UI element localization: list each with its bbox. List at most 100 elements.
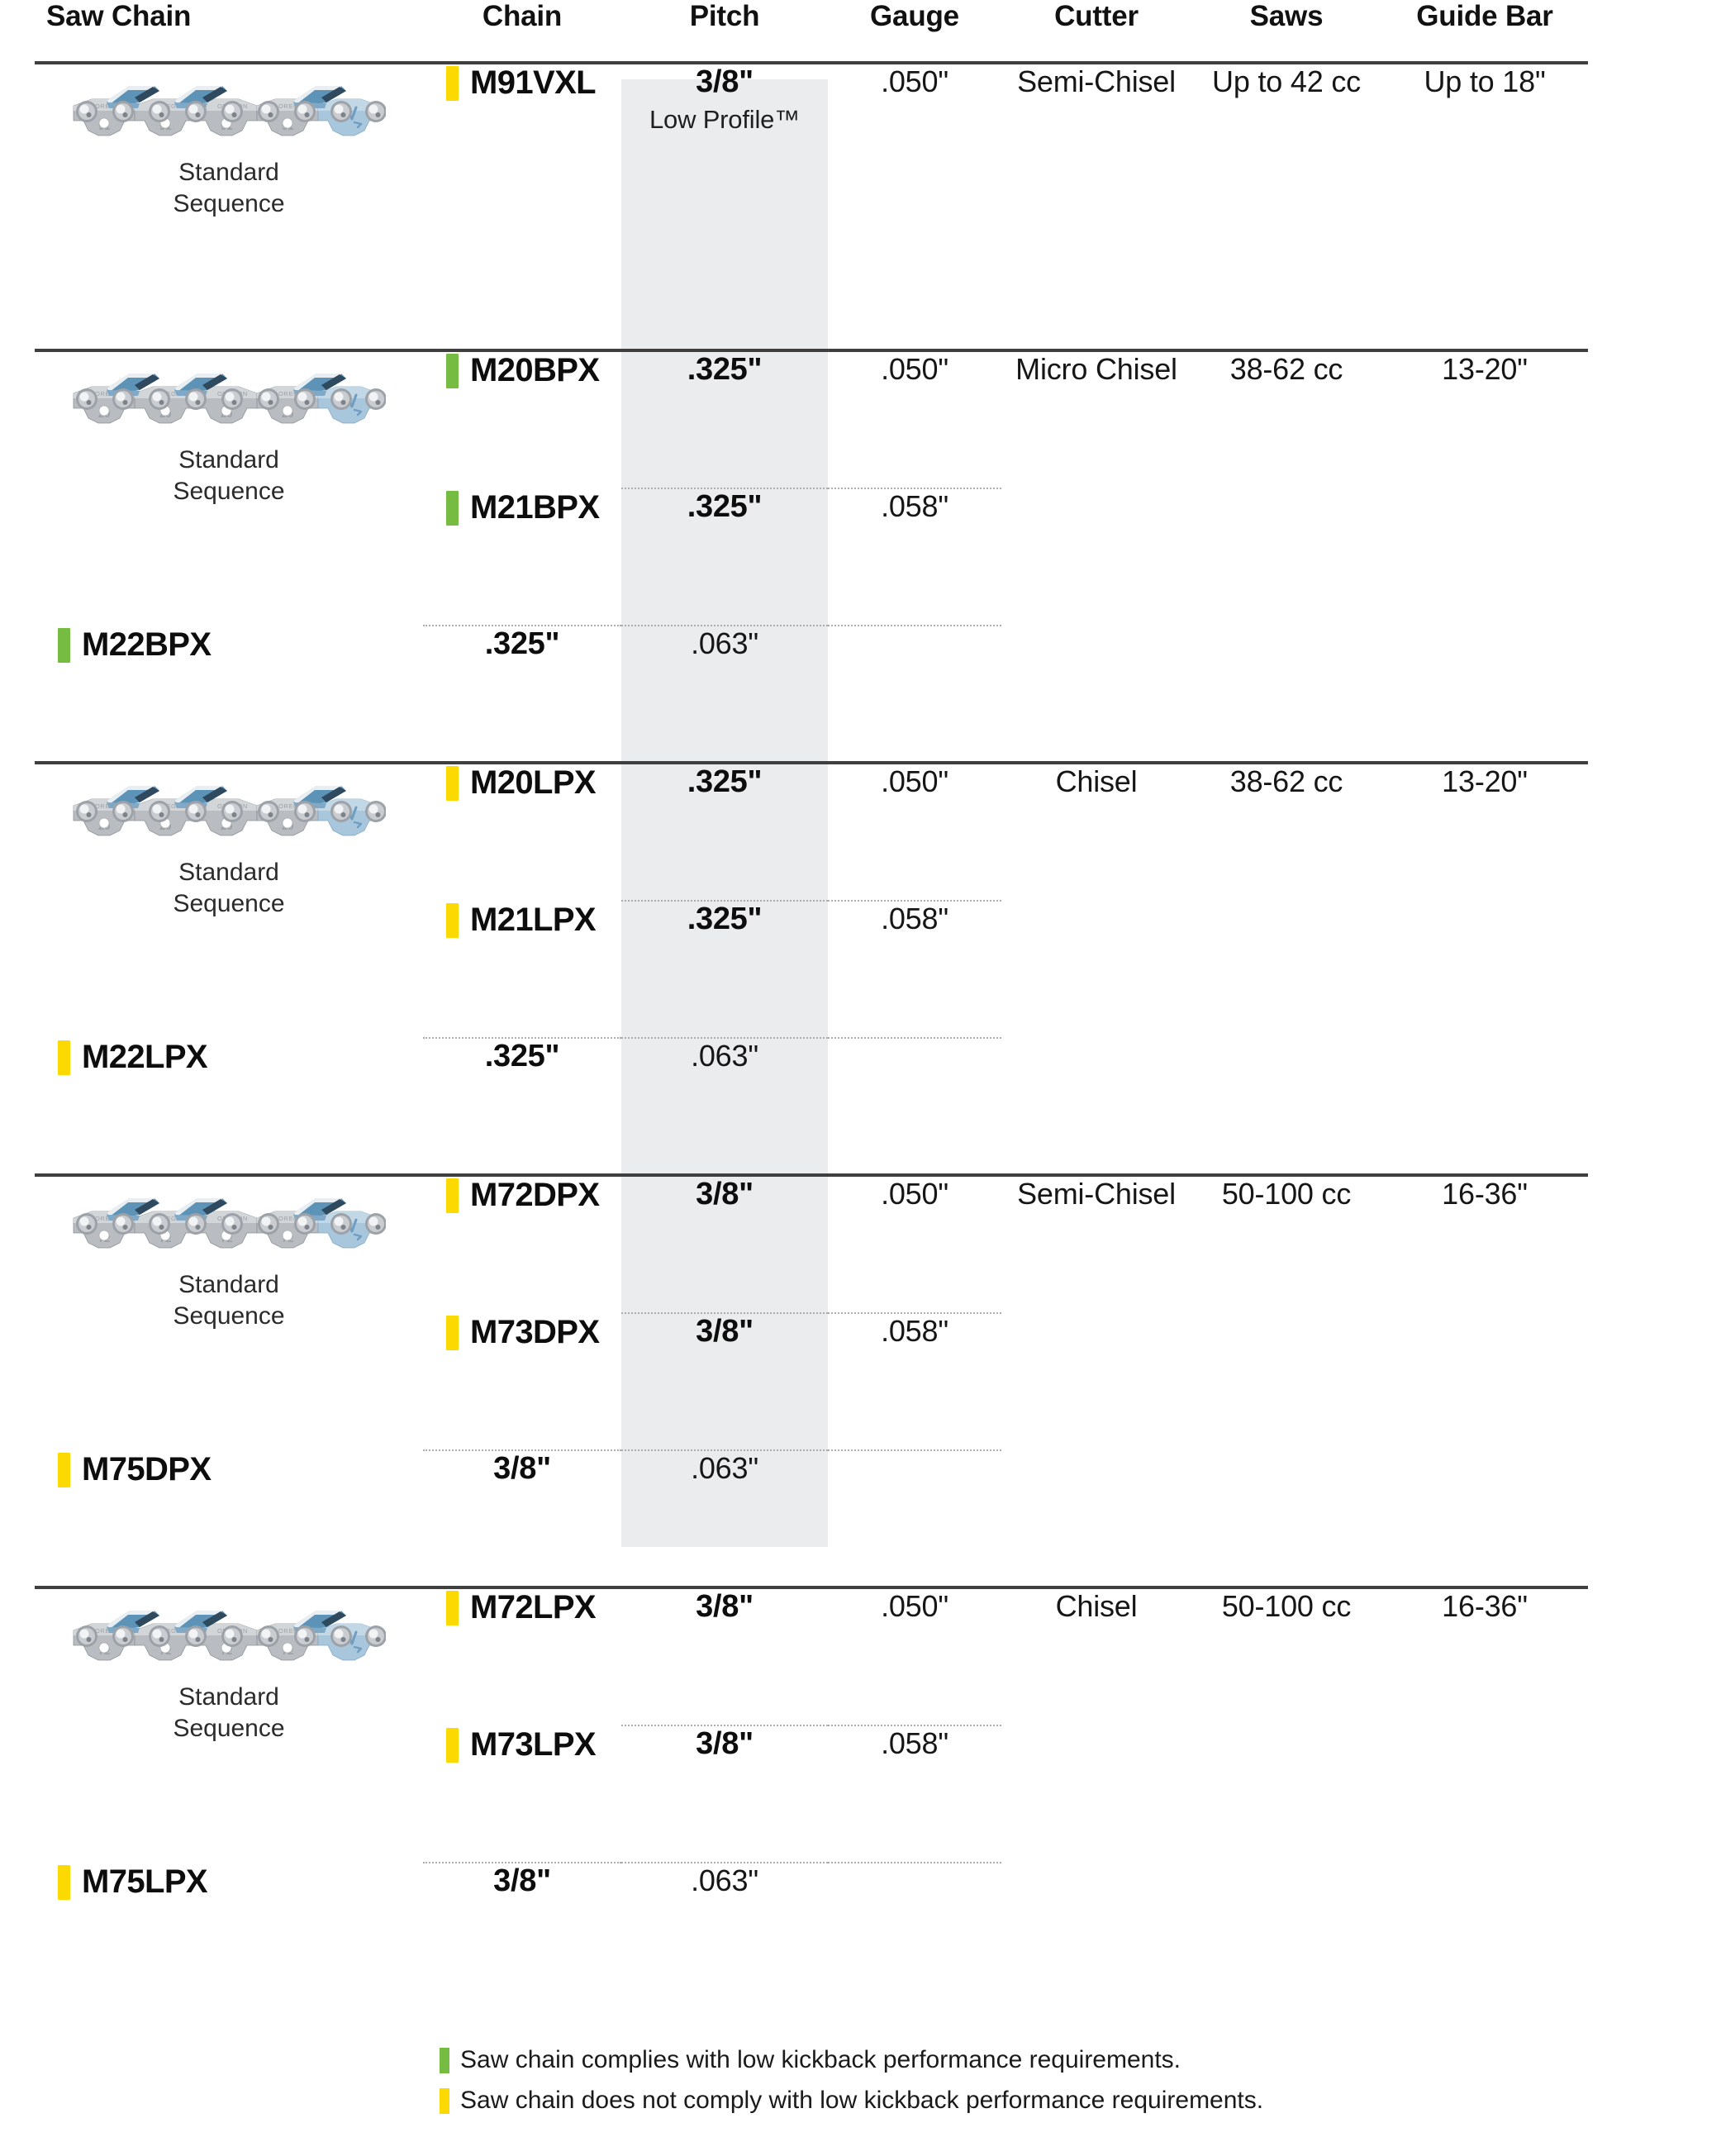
chain-name: M20LPX: [423, 764, 621, 802]
gauge-value: .050": [881, 1589, 948, 1624]
guide-bar-cell: 13-20": [1381, 352, 1588, 626]
table-row: 91 OREGON 91 OREGON 91 OREGON 91 OREGON: [35, 64, 1695, 220]
sequence-label-line2: Sequence: [173, 1715, 285, 1743]
pitch-cell: 3/8" Low Profile™: [621, 64, 828, 220]
legend-swatch-icon: [440, 2087, 449, 2114]
pitch-value: .325": [687, 489, 763, 525]
saws-value: 50-100 cc: [1221, 1177, 1352, 1211]
table-row: 72 OREGON 72 OREGON 72 OREGON 72 OREGON: [35, 1589, 1695, 1742]
pitch-cell: 3/8": [621, 1726, 828, 1763]
legend-item: Saw chain does not comply with low kickb…: [440, 2083, 1721, 2119]
spec-table-page: Saw Chain Chain Pitch Gauge Cutter Saws …: [0, 0, 1721, 2156]
chain-model-label: M20BPX: [470, 352, 600, 389]
chain-name: M91VXL: [423, 64, 621, 102]
chain-name: M20BPX: [423, 352, 621, 389]
chain-cell: M73LPX: [423, 1726, 621, 1763]
gauge-value: .058": [881, 1314, 948, 1349]
saws-value: 38-62 cc: [1229, 352, 1343, 387]
gauge-cell: .058": [828, 902, 1001, 939]
pitch-cell: .325": [621, 489, 828, 526]
chain-cell: M72DPX: [423, 1177, 621, 1214]
chain-model-label: M22BPX: [82, 626, 212, 664]
cutter-cell: Semi-Chisel: [1001, 64, 1191, 220]
guide-bar-cell: Up to 18": [1381, 64, 1588, 220]
chain-cell: M72LPX: [423, 1589, 621, 1626]
legend-text: Saw chain complies with low kickback per…: [460, 2046, 1181, 2074]
cutter-value: Semi-Chisel: [1017, 1177, 1176, 1211]
kickback-swatch-icon: [446, 490, 459, 526]
gauge-value: .050": [881, 64, 948, 98]
guide-bar-value: Up to 18": [1424, 64, 1546, 98]
row-spacer: [35, 1076, 1695, 1175]
gauge-value: .050": [881, 1177, 948, 1211]
kickback-swatch-icon: [446, 65, 459, 101]
gauge-cell: .058": [828, 1314, 1001, 1351]
cutter-value: Chisel: [1055, 764, 1138, 799]
guide-bar-cell: 16-36": [1381, 1589, 1588, 1863]
gauge-value: .058": [881, 1726, 948, 1761]
kickback-swatch-icon: [58, 1452, 70, 1487]
table-row: 20 OREGON 20 OREGON 20 OREGON 20 OREGON: [35, 352, 1695, 505]
guide-bar-value: 13-20": [1442, 352, 1528, 387]
saws-cell: 50-100 cc: [1191, 1589, 1381, 1863]
gauge-cell: .063": [621, 1863, 828, 1901]
sequence-label-line1: Standard: [178, 859, 279, 887]
table-row: M22BPX .325" .063": [35, 626, 1695, 664]
gauge-cell: .050": [828, 1589, 1001, 1626]
chain-name: M73LPX: [423, 1726, 621, 1763]
kickback-swatch-icon: [446, 1590, 459, 1625]
chain-model-label: M72LPX: [470, 1589, 597, 1626]
pitch-value: .325": [687, 902, 763, 937]
pitch-cell: 3/8": [621, 1314, 828, 1351]
pitch-cell: .325": [423, 1039, 621, 1076]
sequence-label: Standard Sequence: [35, 1269, 423, 1332]
kickback-swatch-icon: [446, 765, 459, 801]
pitch-cell: .325": [621, 902, 828, 939]
chain-model-label: M72DPX: [470, 1177, 600, 1214]
chain-model-label: M91VXL: [470, 64, 597, 101]
gauge-cell: .058": [828, 489, 1001, 526]
pitch-value: .325": [687, 764, 763, 800]
table-row: M22LPX .325" .063": [35, 1039, 1695, 1076]
saws-cell: 38-62 cc: [1191, 352, 1381, 626]
gauge-value: .058": [881, 902, 948, 936]
table-row: M75DPX 3/8" .063": [35, 1451, 1695, 1488]
pitch-cell: 3/8": [423, 1863, 621, 1901]
chain-name: M75LPX: [35, 1863, 423, 1901]
sequence-label: Standard Sequence: [35, 445, 423, 507]
kickback-swatch-icon: [446, 353, 459, 388]
chain-name: M22BPX: [35, 626, 423, 664]
pitch-value: 3/8": [696, 64, 754, 99]
chain-cell: M21LPX: [423, 902, 621, 939]
pitch-value: 3/8": [696, 1314, 754, 1349]
pitch-cell: 3/8": [423, 1451, 621, 1488]
saws-cell: 50-100 cc: [1191, 1177, 1381, 1450]
chain-cell: M20BPX: [423, 352, 621, 389]
sequence-label: Standard Sequence: [35, 157, 423, 220]
kickback-swatch-icon: [58, 627, 70, 663]
gauge-cell: .050": [828, 64, 1001, 220]
cutter-value: Chisel: [1055, 1589, 1138, 1624]
gauge-value: .063": [691, 1863, 758, 1898]
guide-bar-cell: 16-36": [1381, 1177, 1588, 1450]
gauge-cell: .050": [828, 764, 1001, 802]
chain-cell: M91VXL: [423, 64, 621, 220]
saws-cell: Up to 42 cc: [1191, 64, 1381, 220]
kickback-swatch-icon: [58, 1864, 70, 1900]
chain-name: M21LPX: [423, 902, 621, 939]
column-header-saws: Saws: [1249, 0, 1324, 32]
pitch-value: 3/8": [696, 1589, 754, 1625]
guide-bar-value: 13-20": [1442, 764, 1528, 799]
pitch-cell: 3/8": [621, 1177, 828, 1214]
saw-chain-image-cell: 91 OREGON 91 OREGON 91 OREGON 91 OREGON: [35, 64, 423, 220]
chain-model-label: M75LPX: [82, 1863, 208, 1901]
chain-model-label: M21LPX: [470, 902, 597, 939]
table-header: Saw Chain Chain Pitch Gauge Cutter Saws …: [35, 0, 1695, 63]
chain-cell: M22BPX: [35, 626, 423, 664]
chain-cell: M75LPX: [35, 1863, 423, 1901]
saws-value: 50-100 cc: [1221, 1589, 1352, 1624]
sequence-label-line2: Sequence: [173, 890, 285, 918]
kickback-swatch-icon: [446, 1315, 459, 1350]
chain-cell: M22LPX: [35, 1039, 423, 1076]
table-row: 72 OREGON 72 OREGON 72 OREGON 72 OREGON: [35, 1177, 1695, 1330]
